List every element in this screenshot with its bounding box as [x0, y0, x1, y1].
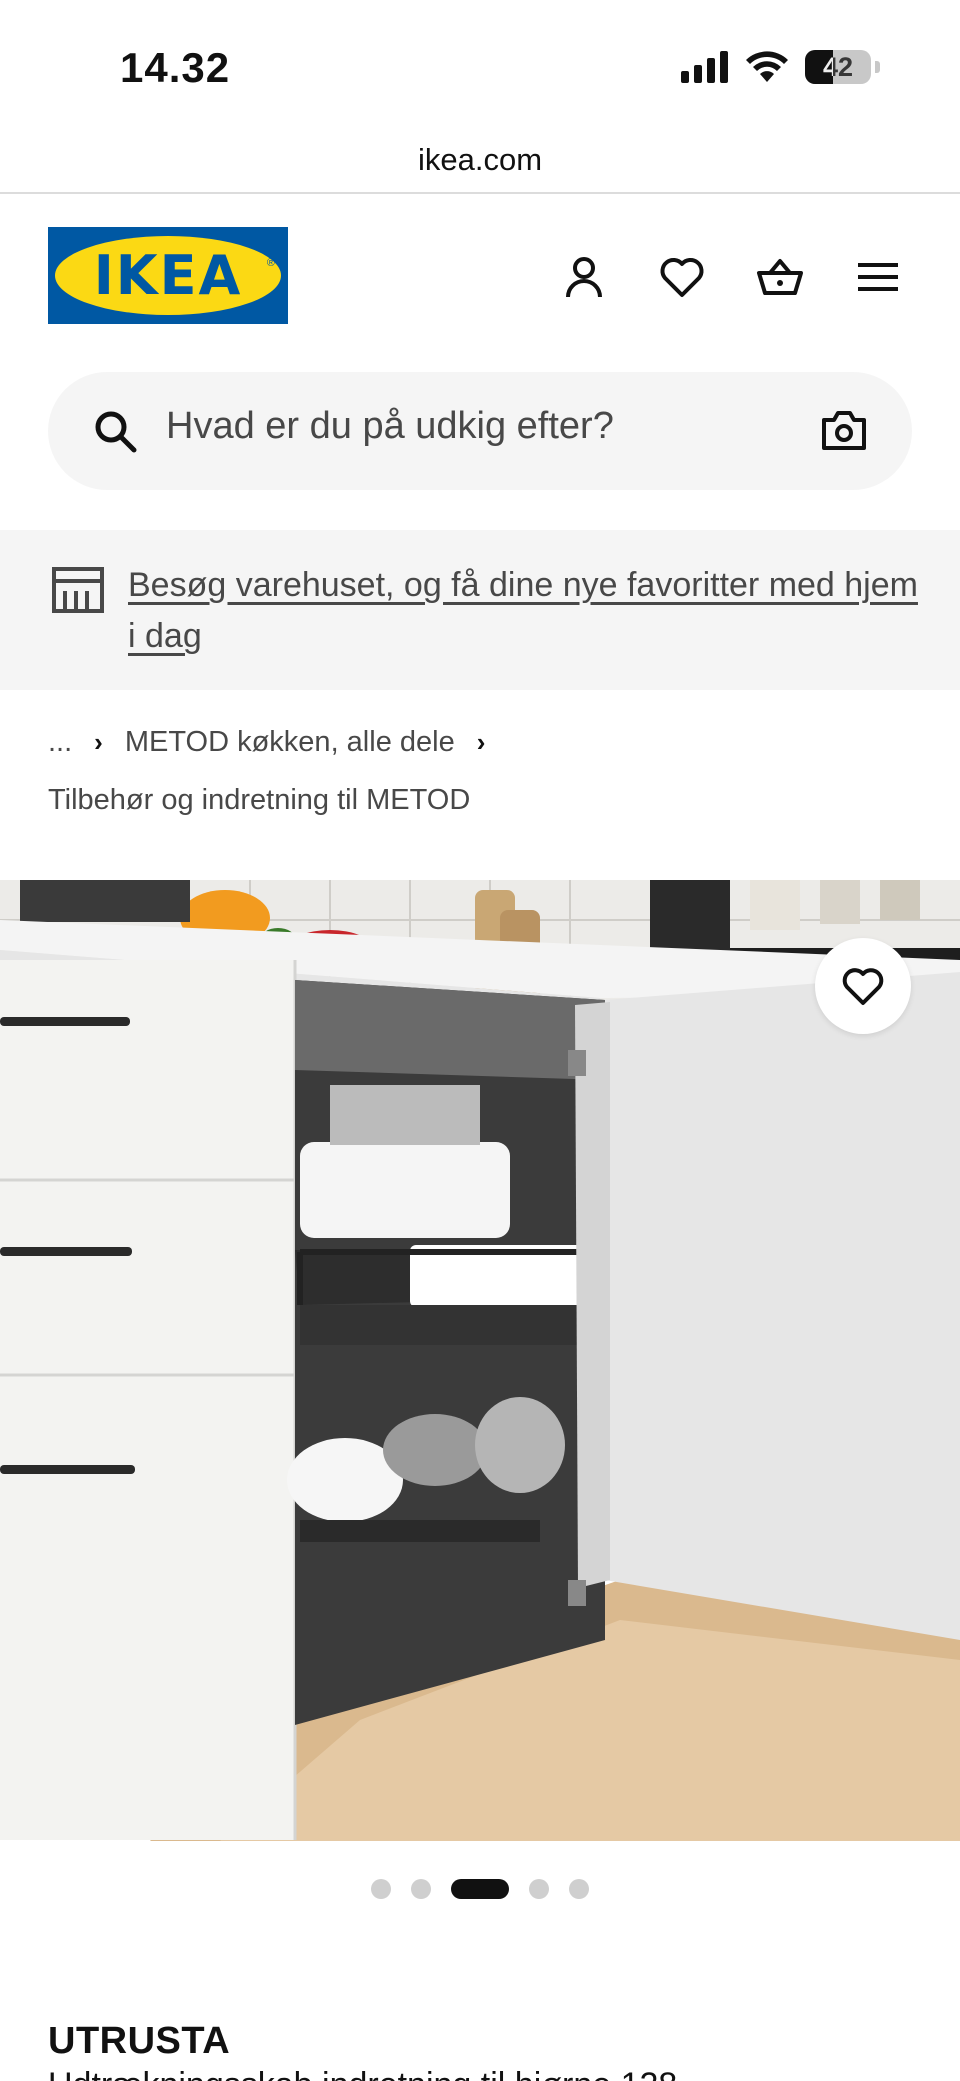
carousel-dot[interactable] — [411, 1879, 431, 1899]
breadcrumb-ellipsis[interactable]: ... — [48, 726, 72, 759]
breadcrumb-row: ... › METOD køkken, alle dele › — [48, 722, 507, 762]
battery-tip — [875, 61, 880, 73]
product-image-carousel[interactable] — [0, 880, 960, 1841]
status-time: 14.32 — [120, 44, 231, 91]
url-text: ikea.com — [417, 142, 543, 177]
chevron-right-icon: › — [94, 726, 103, 757]
wifi-icon — [746, 51, 788, 82]
product-image — [0, 880, 960, 1841]
logo-text: IKEA — [93, 244, 243, 307]
add-to-favorites-button[interactable] — [815, 938, 911, 1034]
heart-icon — [842, 968, 884, 1005]
product-name: UTRUSTA — [48, 2020, 231, 2062]
breadcrumb-item-metod[interactable]: METOD køkken, alle dele — [125, 726, 455, 759]
favorites-heart-icon[interactable] — [658, 253, 706, 301]
logo-registered-mark: ® — [266, 257, 275, 269]
status-icons: 42 — [681, 50, 880, 84]
shopping-basket-icon[interactable] — [756, 253, 804, 301]
store-visit-link[interactable]: Besøg varehuset, og få dine nye favoritt… — [128, 560, 918, 662]
carousel-dot[interactable] — [371, 1879, 391, 1899]
store-banner: Besøg varehuset, og få dine nye favoritt… — [0, 530, 960, 690]
carousel-dot[interactable] — [451, 1879, 509, 1899]
ikea-logo[interactable]: IKEA ® — [48, 227, 288, 324]
breadcrumb-row: Tilbehør og indretning til METOD — [48, 780, 507, 820]
carousel-dot[interactable] — [569, 1879, 589, 1899]
breadcrumb-item-accessories[interactable]: Tilbehør og indretning til METOD — [48, 784, 470, 817]
site-header: IKEA ® — [0, 195, 960, 365]
header-icons — [560, 253, 902, 301]
breadcrumb: ... › METOD køkken, alle dele › Tilbehør… — [48, 722, 507, 820]
battery-icon: 42 — [805, 50, 871, 84]
battery-level: 42 — [822, 51, 854, 82]
carousel-dot[interactable] — [529, 1879, 549, 1899]
url-bar[interactable]: ikea.com — [0, 130, 960, 194]
search-bar[interactable]: Hvad er du på udkig efter? — [48, 372, 912, 490]
store-icon — [52, 567, 104, 613]
menu-hamburger-icon[interactable] — [854, 253, 902, 301]
carousel-indicator[interactable] — [0, 1877, 960, 1901]
search-input[interactable]: Hvad er du på udkig efter? — [166, 405, 614, 448]
camera-search-icon[interactable] — [820, 408, 868, 452]
signal-icon — [681, 51, 728, 83]
chevron-right-icon: › — [476, 726, 486, 757]
product-description: Udtrækningsskab indretning til hjørne 12… — [48, 2066, 677, 2081]
account-icon[interactable] — [560, 253, 608, 301]
status-bar: 14.32 42 — [0, 0, 960, 130]
search-icon — [95, 411, 137, 453]
